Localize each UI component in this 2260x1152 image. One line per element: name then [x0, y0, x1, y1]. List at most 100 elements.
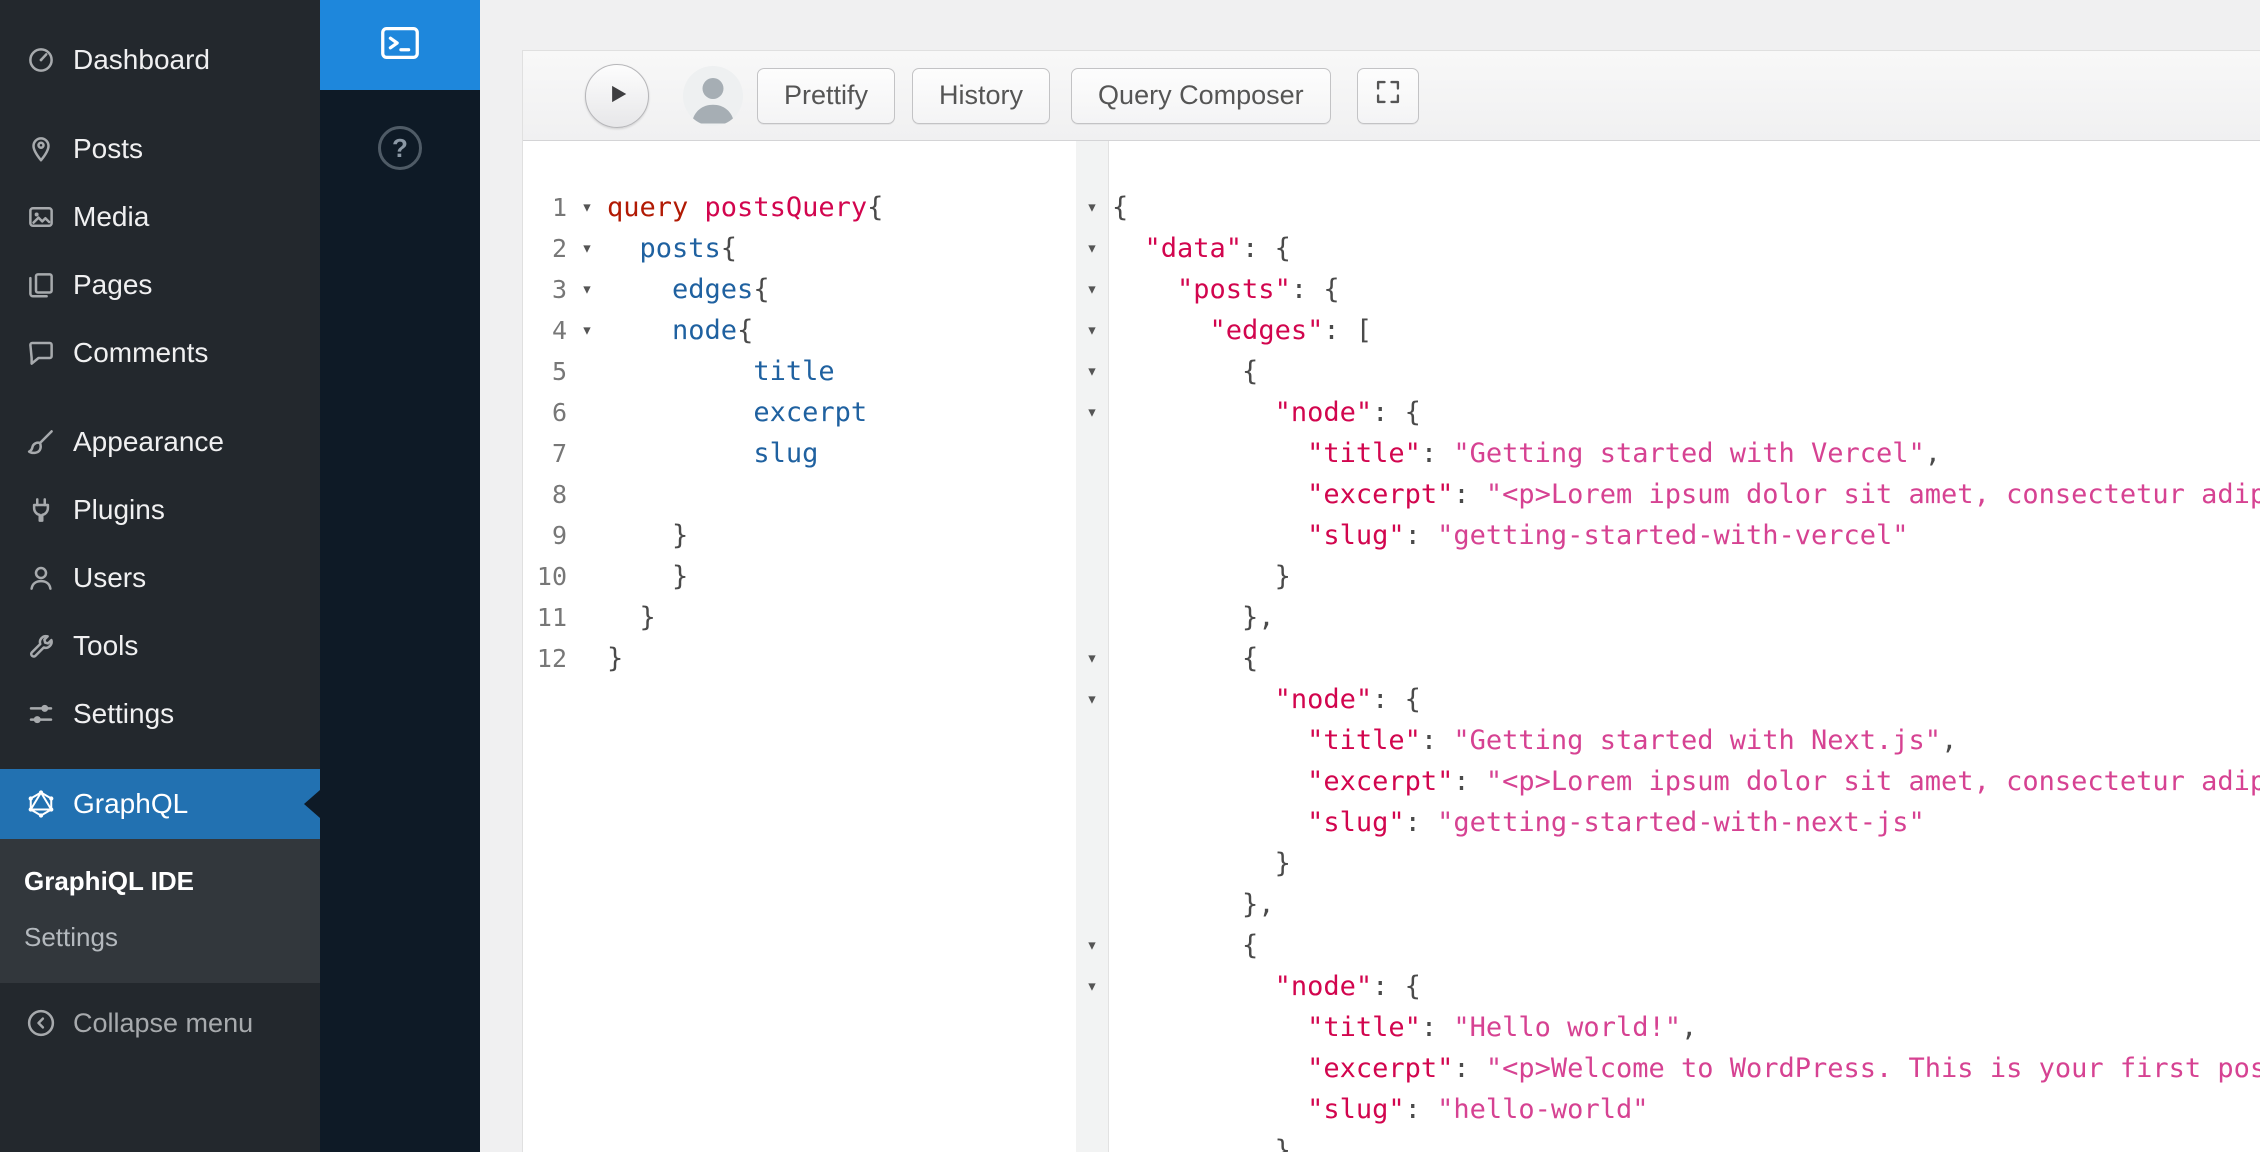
fold-toggle-icon[interactable]: ▾	[1076, 925, 1108, 966]
sidebar-item-label: Dashboard	[73, 44, 210, 76]
code-text: slug	[607, 433, 818, 474]
fullscreen-button[interactable]	[1357, 68, 1419, 124]
fold-gutter-spacer	[567, 597, 607, 638]
code-line: 10 }	[523, 556, 1076, 597]
code-text: "excerpt": "<p>Lorem ipsum dolor sit ame…	[1112, 474, 2260, 515]
code-text: "data": {	[1112, 228, 1291, 269]
fold-toggle-icon[interactable]: ▾	[1076, 228, 1108, 269]
play-icon	[604, 81, 630, 110]
sidebar-item-settings[interactable]: Settings	[0, 680, 320, 748]
fold-toggle-icon[interactable]: ▾	[1076, 966, 1108, 1007]
dashboard-icon	[26, 45, 56, 75]
user-avatar[interactable]	[683, 66, 743, 126]
fold-gutter-spacer	[1076, 761, 1108, 802]
sidebar-item-plugins[interactable]: Plugins	[0, 476, 320, 544]
fold-gutter-spacer	[1076, 843, 1108, 884]
fold-toggle-icon[interactable]: ▾	[1076, 269, 1108, 310]
fold-toggle-icon[interactable]: ▾	[1076, 679, 1108, 720]
code-line: 9 }	[523, 515, 1076, 556]
sidebar-item-pages[interactable]: Pages	[0, 251, 320, 319]
submenu-item-settings[interactable]: Settings	[0, 909, 320, 965]
code-text: {	[1112, 351, 1258, 392]
fold-toggle-icon[interactable]: ▾	[567, 310, 607, 351]
sidebar-item-posts[interactable]: Posts	[0, 115, 320, 183]
user-icon	[26, 563, 56, 593]
code-line: 5 title	[523, 351, 1076, 392]
result-viewer[interactable]: ▾{▾ "data": {▾ "posts": {▾ "edges": [▾ {…	[1076, 141, 2260, 1152]
fold-gutter-spacer	[1076, 1130, 1108, 1152]
media-icon	[26, 202, 56, 232]
code-line: 12}	[523, 638, 1076, 679]
code-text: {	[1112, 187, 1128, 228]
fold-gutter-spacer	[567, 515, 607, 556]
code-line: 6 excerpt	[523, 392, 1076, 433]
collapse-menu-label: Collapse menu	[73, 1008, 253, 1039]
fold-toggle-icon[interactable]: ▾	[1076, 187, 1108, 228]
code-line: ▾ "node": {	[1076, 392, 2260, 433]
sidebar-item-label: Plugins	[73, 494, 165, 526]
code-text: "edges": [	[1112, 310, 1372, 351]
execute-query-button[interactable]	[585, 64, 649, 128]
query-editor[interactable]: 1▾query postsQuery{2▾ posts{3▾ edges{4▾ …	[523, 141, 1076, 1152]
sidebar-item-dashboard[interactable]: Dashboard	[0, 26, 320, 94]
fold-gutter-spacer	[567, 638, 607, 679]
code-text: "slug": "getting-started-with-next-js"	[1112, 802, 1925, 843]
wp-admin-sidebar: Dashboard Posts Media Pages Comments	[0, 0, 320, 1152]
help-button[interactable]: ?	[378, 126, 422, 170]
submenu-item-graphiql-ide[interactable]: GraphiQL IDE	[0, 853, 320, 909]
line-number: 7	[523, 433, 567, 474]
sidebar-item-label: Media	[73, 201, 149, 233]
code-line: ▾{	[1076, 187, 2260, 228]
fold-toggle-icon[interactable]: ▾	[1076, 310, 1108, 351]
fold-gutter-spacer	[567, 392, 607, 433]
fold-toggle-icon[interactable]: ▾	[567, 228, 607, 269]
code-text: "title": "Hello world!",	[1112, 1007, 1697, 1048]
fold-toggle-icon[interactable]: ▾	[1076, 392, 1108, 433]
code-text: "node": {	[1112, 966, 1421, 1007]
terminal-button[interactable]	[320, 0, 480, 90]
code-line: 2▾ posts{	[523, 228, 1076, 269]
graphiql-container: Prettify History Query Composer 1▾query …	[522, 50, 2260, 1152]
line-number: 8	[523, 474, 567, 515]
submenu-item-label: GraphiQL IDE	[24, 866, 194, 897]
fold-gutter-spacer	[1076, 720, 1108, 761]
code-text: {	[1112, 638, 1258, 679]
graphiql-editors: 1▾query postsQuery{2▾ posts{3▾ edges{4▾ …	[523, 141, 2260, 1152]
code-line: "excerpt": "<p>Lorem ipsum dolor sit ame…	[1076, 474, 2260, 515]
line-number: 2	[523, 228, 567, 269]
plug-icon	[26, 495, 56, 525]
code-text: "excerpt": "<p>Lorem ipsum dolor sit ame…	[1112, 761, 2260, 802]
line-number: 12	[523, 638, 567, 679]
fold-toggle-icon[interactable]: ▾	[1076, 638, 1108, 679]
admin-content-area: Prettify History Query Composer 1▾query …	[480, 0, 2260, 1152]
code-line: ▾ "node": {	[1076, 966, 2260, 1007]
prettify-button[interactable]: Prettify	[757, 68, 895, 124]
code-line: }	[1076, 843, 2260, 884]
sidebar-item-media[interactable]: Media	[0, 183, 320, 251]
sidebar-item-users[interactable]: Users	[0, 544, 320, 612]
fold-toggle-icon[interactable]: ▾	[567, 269, 607, 310]
code-line: "slug": "hello-world"	[1076, 1089, 2260, 1130]
history-button[interactable]: History	[912, 68, 1050, 124]
sidebar-item-appearance[interactable]: Appearance	[0, 408, 320, 476]
fold-gutter-spacer	[1076, 1048, 1108, 1089]
sidebar-item-label: GraphQL	[73, 788, 188, 820]
code-text: }	[607, 515, 688, 556]
graphiql-toolbar: Prettify History Query Composer	[523, 51, 2260, 141]
code-line: 1▾query postsQuery{	[523, 187, 1076, 228]
sidebar-item-tools[interactable]: Tools	[0, 612, 320, 680]
code-text: "slug": "getting-started-with-vercel"	[1112, 515, 1909, 556]
history-label: History	[939, 80, 1023, 111]
fold-toggle-icon[interactable]: ▾	[1076, 351, 1108, 392]
collapse-menu-button[interactable]: Collapse menu	[0, 993, 320, 1053]
fold-gutter-spacer	[567, 433, 607, 474]
sidebar-item-comments[interactable]: Comments	[0, 319, 320, 387]
sidebar-item-graphql[interactable]: GraphQL	[0, 769, 320, 839]
code-line: 3▾ edges{	[523, 269, 1076, 310]
query-composer-button[interactable]: Query Composer	[1071, 68, 1331, 124]
graphql-logo-icon	[26, 789, 56, 819]
fold-gutter-spacer	[1076, 433, 1108, 474]
submenu-item-label: Settings	[24, 922, 118, 953]
fold-toggle-icon[interactable]: ▾	[567, 187, 607, 228]
code-text: "slug": "hello-world"	[1112, 1089, 1648, 1130]
